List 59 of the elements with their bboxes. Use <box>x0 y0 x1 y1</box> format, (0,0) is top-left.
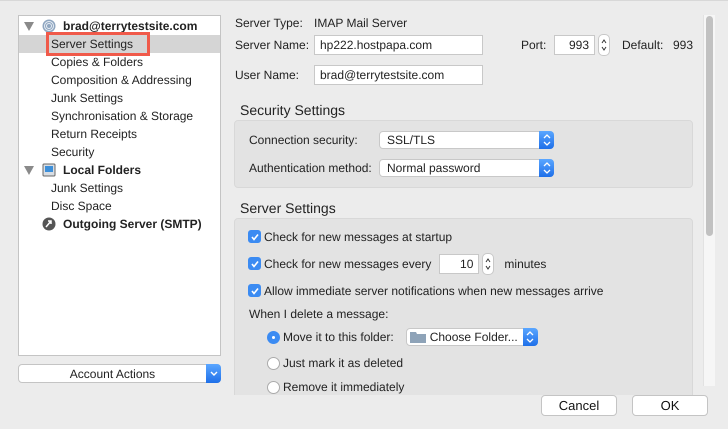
radio-label[interactable]: Remove it immediately <box>283 380 404 394</box>
disclosure-triangle-icon[interactable] <box>24 166 34 174</box>
select-dropdown[interactable]: SSL/TLS <box>379 131 554 149</box>
field-label: Connection security: <box>249 133 359 147</box>
field-label: Port: <box>521 38 548 52</box>
section-title: Server Settings <box>240 200 337 216</box>
server-type-value: IMAP Mail Server <box>314 16 408 30</box>
sidebar-item[interactable]: Junk Settings <box>51 91 124 105</box>
delete-label: When I delete a message: <box>248 306 390 323</box>
stepper-icon[interactable] <box>598 34 610 56</box>
checkbox-label[interactable]: Allow immediate server notifications when new messages arrive <box>264 284 604 298</box>
account-name[interactable]: brad@terrytestsite.com <box>63 19 198 33</box>
sidebar-item[interactable]: Junk Settings <box>51 181 124 195</box>
section-title: Security Settings <box>240 102 346 118</box>
interval-field[interactable]: 10 <box>439 254 480 274</box>
default-port-value: 993 <box>672 38 693 52</box>
field-label: Server Name: <box>235 38 310 52</box>
updown-arrows-icon <box>539 159 554 177</box>
sidebar-item[interactable]: Security <box>51 145 94 159</box>
dialog-button[interactable]: Cancel <box>541 395 617 416</box>
checkbox[interactable] <box>248 257 261 270</box>
unit-label: minutes <box>504 256 546 270</box>
chevron-down-icon <box>206 364 221 383</box>
checkbox-label[interactable]: Check for new messages at startup <box>264 230 452 244</box>
sidebar-item[interactable]: Server Settings <box>46 32 150 56</box>
updown-arrows-icon <box>539 131 554 149</box>
globe-icon <box>42 19 56 33</box>
field-label: Authentication method: <box>249 161 373 175</box>
account-name[interactable]: Local Folders <box>63 163 142 177</box>
folder-icon <box>410 331 426 343</box>
sidebar-item[interactable]: Disc Space <box>51 199 112 213</box>
port-field[interactable]: 993 <box>554 35 595 55</box>
field-label: User Name: <box>235 68 300 82</box>
user-name-field[interactable]: brad@terrytestsite.com <box>314 65 483 85</box>
folder-dropdown[interactable]: Choose Folder... <box>406 328 538 346</box>
account-name[interactable]: Outgoing Server (SMTP) <box>63 217 202 231</box>
radio-label[interactable]: Just mark it as deleted <box>283 356 404 370</box>
field-label: Default: <box>622 38 664 52</box>
server-name-field[interactable]: hp222.hostpapa.com <box>314 35 483 55</box>
checkbox[interactable] <box>248 284 261 297</box>
dialog-button[interactable]: OK <box>632 395 708 416</box>
sidebar-item[interactable]: Return Receipts <box>51 127 138 141</box>
disclosure-triangle-icon[interactable] <box>24 22 34 30</box>
checkbox-label[interactable]: Check for new messages every <box>264 256 432 270</box>
radio-button[interactable] <box>267 380 280 394</box>
sidebar-item[interactable]: Copies & Folders <box>51 55 144 69</box>
stepper-icon[interactable] <box>482 252 494 274</box>
radio-button[interactable] <box>267 356 280 370</box>
checkbox[interactable] <box>248 230 261 243</box>
scrollbar-thumb[interactable] <box>706 16 713 236</box>
field-label: Server Type: <box>235 16 304 30</box>
account-actions-dropdown[interactable]: Account Actions <box>18 364 221 383</box>
sidebar-item[interactable]: Composition & Addressing <box>51 73 192 87</box>
updown-arrows-icon <box>522 328 538 346</box>
radio-label[interactable]: Move it to this folder: <box>283 330 394 344</box>
computer-icon <box>42 163 56 177</box>
sidebar-item[interactable]: Synchronisation & Storage <box>51 109 194 123</box>
radio-button[interactable] <box>267 330 280 344</box>
select-dropdown[interactable]: Normal password <box>379 159 554 177</box>
